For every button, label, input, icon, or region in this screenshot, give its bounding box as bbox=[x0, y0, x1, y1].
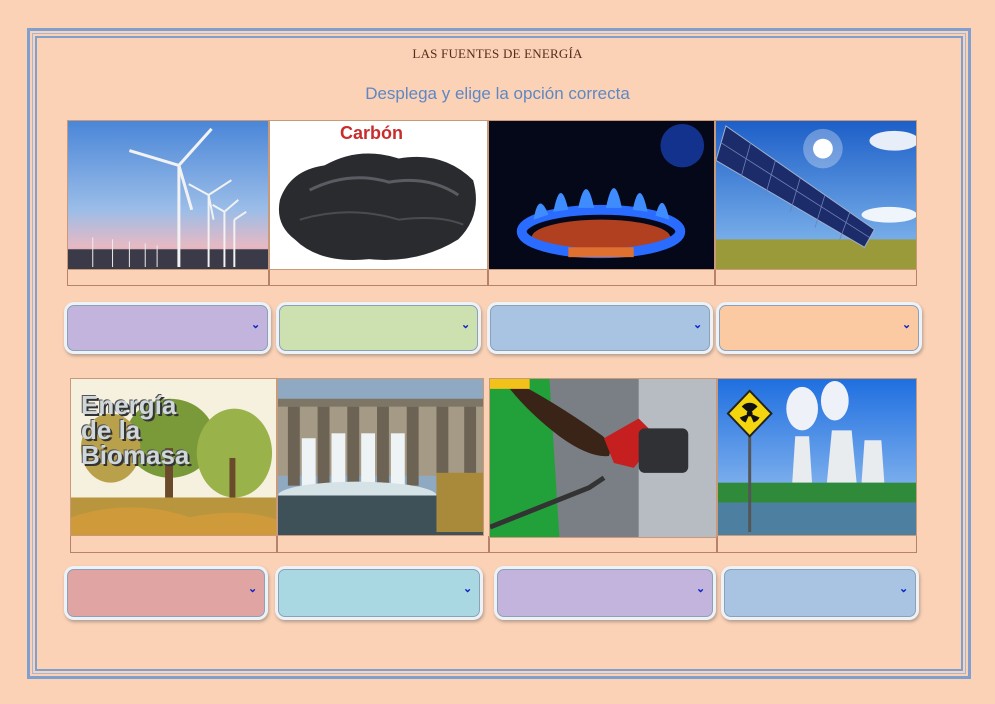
coal-image: Carbón bbox=[269, 120, 488, 270]
answer-select-1[interactable]: ⌄ bbox=[67, 305, 268, 351]
solar-panel-image bbox=[715, 120, 917, 270]
answer-select-3[interactable]: ⌄ bbox=[490, 305, 710, 351]
gas-burner-image bbox=[488, 120, 715, 270]
fuel-pump-image bbox=[489, 378, 717, 538]
chevron-down-icon: ⌄ bbox=[463, 583, 473, 595]
biomass-label: Energía de la Biomasa bbox=[81, 390, 190, 470]
answer-select-4[interactable]: ⌄ bbox=[719, 305, 919, 351]
caption-cell bbox=[277, 536, 489, 553]
wind-turbines-image bbox=[67, 120, 269, 270]
nuclear-plant-image bbox=[717, 378, 917, 536]
answer-select-6[interactable]: ⌄ bbox=[278, 569, 480, 617]
chevron-down-icon: ⌄ bbox=[696, 583, 706, 595]
caption-cell bbox=[717, 536, 917, 553]
chevron-down-icon: ⌄ bbox=[251, 319, 261, 331]
chevron-down-icon: ⌄ bbox=[461, 319, 471, 331]
instruction-text: Desplega y elige la opción correcta bbox=[365, 84, 630, 103]
caption-cell bbox=[67, 270, 269, 286]
coal-label: Carbón bbox=[340, 123, 403, 143]
hydro-dam-image bbox=[277, 378, 484, 536]
chevron-down-icon: ⌄ bbox=[693, 319, 703, 331]
biomass-image: Energía de la Biomasa bbox=[70, 378, 277, 536]
caption-cell bbox=[269, 270, 488, 286]
caption-cell bbox=[489, 538, 717, 553]
caption-cell bbox=[488, 270, 715, 286]
page-title: LAS FUENTES DE ENERGÍA bbox=[412, 46, 583, 61]
answer-select-7[interactable]: ⌄ bbox=[497, 569, 713, 617]
answer-select-5[interactable]: ⌄ bbox=[67, 569, 265, 617]
answer-select-2[interactable]: ⌄ bbox=[279, 305, 478, 351]
chevron-down-icon: ⌄ bbox=[248, 583, 258, 595]
caption-cell bbox=[715, 270, 917, 286]
chevron-down-icon: ⌄ bbox=[902, 319, 912, 331]
answer-select-8[interactable]: ⌄ bbox=[724, 569, 916, 617]
chevron-down-icon: ⌄ bbox=[899, 583, 909, 595]
caption-cell bbox=[70, 536, 277, 553]
